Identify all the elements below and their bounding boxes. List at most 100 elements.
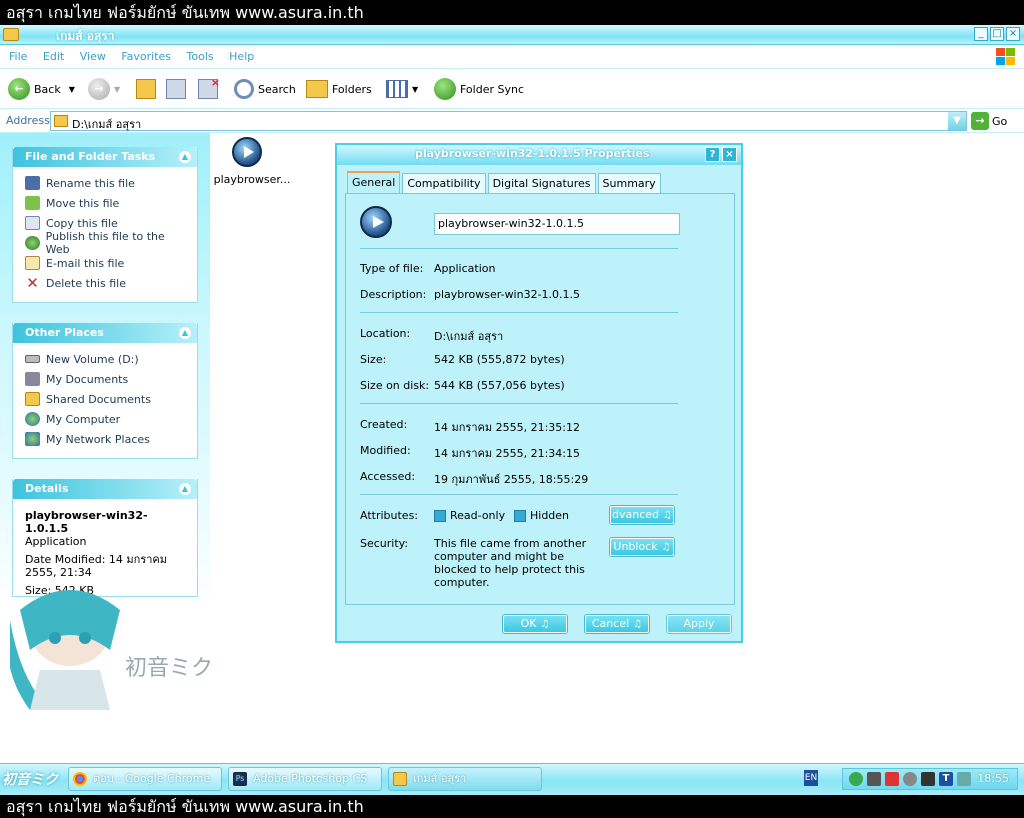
menu-help[interactable]: Help <box>223 45 260 69</box>
tab-digital-signatures[interactable]: Digital Signatures <box>487 173 596 193</box>
address-path: D:\เกมส์ อสุรา <box>72 118 142 131</box>
created-label: Created: <box>360 418 408 431</box>
details-header[interactable]: Details ▲ <box>13 479 197 499</box>
size-on-disk-value: 544 KB (557,056 bytes) <box>434 379 565 392</box>
task-label: Publish this file to the Web <box>45 230 165 256</box>
ok-button[interactable]: OK ♫ <box>503 615 567 633</box>
back-button[interactable]: ← Back ▼ <box>8 77 75 101</box>
collapse-icon[interactable]: ▲ <box>179 483 191 495</box>
tab-strip: General Compatibility Digital Signatures… <box>347 171 663 193</box>
close-icon[interactable]: × <box>722 147 737 162</box>
photoshop-icon: Ps <box>233 772 247 786</box>
tab-general[interactable]: General <box>347 171 401 193</box>
close-icon[interactable]: × <box>1006 27 1020 41</box>
task-label: Copy this file <box>46 216 118 230</box>
dialog-titlebar[interactable]: playbrowser-win32-1.0.1.5 Properties ? × <box>337 145 741 165</box>
unblock-button[interactable]: Unblock ♫ <box>610 538 674 556</box>
search-button[interactable]: Search <box>234 77 296 101</box>
device-tray-icon[interactable] <box>867 772 881 786</box>
update-tray-icon[interactable] <box>903 772 917 786</box>
taskbar-item-label: ตอบ - Google Chrome <box>93 772 211 785</box>
menu-favorites[interactable]: Favorites <box>115 45 177 69</box>
file-tasks-title: File and Folder Tasks <box>25 150 156 163</box>
delete-file-link[interactable]: ✕ Delete this file <box>25 273 189 293</box>
size-value: 542 KB (555,872 bytes) <box>434 353 565 366</box>
location-label: Location: <box>360 327 411 340</box>
copy-icon <box>25 216 40 230</box>
place-shared-documents[interactable]: Shared Documents <box>25 389 189 409</box>
other-places-title: Other Places <box>25 326 104 339</box>
chevron-down-icon[interactable]: ▼ <box>412 85 418 94</box>
move-to-button[interactable] <box>166 77 186 101</box>
other-places-panel: Other Places ▲ New Volume (D:) My Docume… <box>12 323 198 459</box>
place-network[interactable]: My Network Places <box>25 429 189 449</box>
other-places-header[interactable]: Other Places ▲ <box>13 323 197 343</box>
volume-icon[interactable] <box>921 772 935 786</box>
cancel-button[interactable]: Cancel ♫ <box>585 615 649 633</box>
address-input[interactable]: D:\เกมส์ อสุรา ▼ <box>50 111 967 131</box>
chevron-down-icon[interactable]: ▼ <box>948 112 966 130</box>
network-tray-icon[interactable] <box>849 772 863 786</box>
language-indicator[interactable]: EN <box>804 770 818 786</box>
advanced-button[interactable]: dvanced ♫ <box>610 506 674 524</box>
hidden-checkbox[interactable]: Hidden <box>514 509 584 522</box>
forward-button[interactable]: → ▼ <box>88 77 120 101</box>
text-tray-icon[interactable]: T <box>939 772 953 786</box>
music-note-icon: ♫ <box>661 542 671 553</box>
collapse-icon[interactable]: ▲ <box>179 151 191 163</box>
views-button[interactable]: ▼ <box>386 77 418 101</box>
place-my-documents[interactable]: My Documents <box>25 369 189 389</box>
chevron-down-icon[interactable]: ▼ <box>69 85 75 94</box>
folder-icon <box>54 115 68 127</box>
taskbar-item-chrome[interactable]: ตอบ - Google Chrome <box>68 767 222 791</box>
folder-sync-button[interactable]: Folder Sync <box>434 77 524 101</box>
move-file-link[interactable]: Move this file <box>25 193 189 213</box>
anime-character-image: 初音ミク <box>10 590 210 710</box>
rename-file-link[interactable]: Rename this file <box>25 173 189 193</box>
taskbar-item-explorer[interactable]: เกมส์ อสุรา <box>388 767 542 791</box>
taskbar-item-photoshop[interactable]: Ps Adobe Photoshop CS <box>228 767 382 791</box>
menu-file[interactable]: File <box>3 45 33 69</box>
back-arrow-icon: ← <box>8 78 30 100</box>
email-file-link[interactable]: E-mail this file <box>25 253 189 273</box>
top-banner: อสุรา เกมไทย ฟอร์มยักษ์ ขันเทพ www.asura… <box>0 0 1024 25</box>
tools-tray-icon[interactable] <box>957 772 971 786</box>
minimize-icon[interactable]: _ <box>974 27 988 41</box>
up-folder-button[interactable] <box>136 77 156 101</box>
go-button[interactable]: → Go <box>971 111 1021 131</box>
window-controls: _ □ × <box>974 27 1020 41</box>
rename-icon <box>25 176 40 190</box>
antivirus-tray-icon[interactable] <box>885 772 899 786</box>
computer-icon <box>25 412 40 426</box>
checkbox-icon <box>514 510 526 522</box>
readonly-checkbox[interactable]: Read-only <box>434 509 524 522</box>
menu-view[interactable]: View <box>74 45 112 69</box>
folders-button[interactable]: Folders <box>306 77 372 101</box>
folders-icon <box>306 80 328 98</box>
clock: 18:55 <box>977 772 1009 785</box>
divider <box>360 248 678 249</box>
search-icon <box>234 79 254 99</box>
window-titlebar[interactable]: เกมส์ อสุรา _ □ × <box>0 25 1024 45</box>
publish-file-link[interactable]: Publish this file to the Web <box>25 230 189 256</box>
place-new-volume[interactable]: New Volume (D:) <box>25 349 189 369</box>
dialog-title: playbrowser-win32-1.0.1.5 Properties <box>415 147 650 160</box>
help-icon[interactable]: ? <box>705 147 720 162</box>
menu-tools[interactable]: Tools <box>181 45 220 69</box>
file-name-input[interactable]: playbrowser-win32-1.0.1.5 <box>434 213 680 235</box>
type-label: Type of file: <box>360 262 424 275</box>
start-button[interactable]: 初音ミク <box>2 766 58 794</box>
file-tasks-header[interactable]: File and Folder Tasks ▲ <box>13 147 197 167</box>
collapse-icon[interactable]: ▲ <box>179 327 191 339</box>
general-tab-panel: playbrowser-win32-1.0.1.5 Type of file: A… <box>345 193 735 605</box>
place-my-computer[interactable]: My Computer <box>25 409 189 429</box>
details-name: playbrowser-win32-1.0.1.5 <box>25 509 148 535</box>
system-tray: T 18:55 <box>842 768 1018 790</box>
tab-compatibility[interactable]: Compatibility <box>402 173 486 193</box>
tab-summary[interactable]: Summary <box>597 173 661 193</box>
play-icon <box>360 206 392 238</box>
maximize-icon[interactable]: □ <box>990 27 1004 41</box>
delete-button[interactable]: × <box>198 76 220 101</box>
apply-button[interactable]: Apply <box>667 615 731 633</box>
menu-edit[interactable]: Edit <box>37 45 70 69</box>
